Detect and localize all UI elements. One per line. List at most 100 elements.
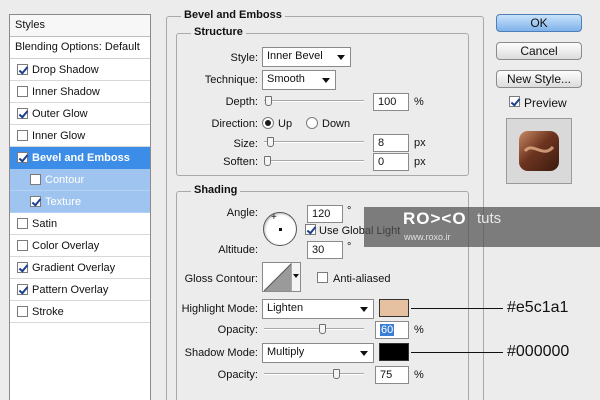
color-overlay-checkbox[interactable]	[17, 240, 28, 251]
highlight-annotation-line	[411, 308, 503, 309]
style-item-label: Color Overlay	[32, 239, 100, 252]
style-item-label: Inner Glow	[32, 129, 86, 142]
slider-thumb[interactable]	[265, 96, 272, 106]
shadow-opacity-slider[interactable]	[264, 369, 364, 379]
soften-label: Soften:	[223, 156, 258, 168]
shadow-opacity-value: 75	[380, 369, 393, 381]
style-item-inner-shadow[interactable]: Inner Shadow	[10, 81, 150, 103]
slider-thumb[interactable]	[267, 137, 274, 147]
roxo-tuts-watermark: RO><O tuts www.roxo.ir	[364, 207, 600, 247]
style-item-texture[interactable]: Texture	[10, 191, 150, 213]
highlight-opacity-input[interactable]: 60	[375, 321, 409, 339]
direction-up-radio[interactable]	[262, 117, 274, 129]
cancel-button[interactable]: Cancel	[496, 42, 582, 60]
slider-thumb[interactable]	[319, 324, 326, 334]
preview-checkbox[interactable]	[509, 96, 520, 107]
chevron-down-icon	[337, 55, 345, 60]
styles-list-header[interactable]: Styles	[10, 15, 150, 37]
ok-button[interactable]: OK	[496, 14, 582, 32]
satin-checkbox[interactable]	[17, 218, 28, 229]
slider-track	[264, 373, 364, 375]
style-item-label: Pattern Overlay	[32, 283, 109, 296]
highlight-color-swatch[interactable]	[379, 299, 409, 317]
direction-up-label: Up	[278, 118, 293, 130]
style-item-outer-glow[interactable]: Outer Glow	[10, 103, 150, 125]
inner-glow-checkbox[interactable]	[17, 130, 28, 141]
technique-select[interactable]: Smooth	[262, 70, 336, 90]
angle-label: Angle:	[226, 207, 258, 219]
angle-input[interactable]: 120	[307, 205, 343, 223]
use-global-light-checkbox[interactable]	[305, 224, 316, 235]
layer-style-dialog: Styles Blending Options: Default Drop Sh…	[0, 0, 600, 400]
gloss-contour-label: Gloss Contour:	[184, 273, 258, 285]
style-item-bevel-and-emboss[interactable]: Bevel and Emboss	[10, 147, 150, 169]
shadow-mode-select[interactable]: Multiply	[262, 343, 374, 363]
highlight-opacity-slider[interactable]	[264, 324, 364, 334]
gradient-overlay-checkbox[interactable]	[17, 262, 28, 273]
style-item-label: Gradient Overlay	[32, 261, 116, 274]
depth-input[interactable]: 100	[373, 93, 409, 111]
altitude-input[interactable]: 30	[307, 241, 343, 259]
blending-options-item[interactable]: Blending Options: Default	[10, 37, 150, 59]
shadow-mode-value: Multiply	[267, 346, 305, 358]
outer-glow-checkbox[interactable]	[17, 108, 28, 119]
chevron-down-icon	[360, 351, 368, 356]
shading-title: Shading	[191, 184, 241, 196]
highlight-opacity-label: Opacity:	[217, 324, 258, 336]
style-item-label: Texture	[45, 195, 82, 208]
bevel-and-emboss-checkbox[interactable]	[17, 152, 28, 163]
new-style-button[interactable]: New Style...	[496, 70, 582, 88]
depth-slider[interactable]	[264, 96, 364, 106]
depth-value: 100	[378, 96, 397, 108]
highlight-mode-select[interactable]: Lighten	[262, 299, 374, 319]
soften-slider[interactable]	[264, 156, 364, 166]
style-item-color-overlay[interactable]: Color Overlay	[10, 235, 150, 257]
slider-thumb[interactable]	[264, 156, 271, 166]
drop-shadow-checkbox[interactable]	[17, 64, 28, 75]
stroke-checkbox[interactable]	[17, 306, 28, 317]
inner-shadow-checkbox[interactable]	[17, 86, 28, 97]
bevel-and-emboss-title: Bevel and Emboss	[181, 9, 285, 21]
style-item-label: Outer Glow	[32, 107, 88, 120]
shadow-opacity-input[interactable]: 75	[375, 366, 409, 384]
style-item-pattern-overlay[interactable]: Pattern Overlay	[10, 279, 150, 301]
style-item-contour[interactable]: Contour	[10, 169, 150, 191]
direction-down-radio[interactable]	[306, 117, 318, 129]
chevron-down-icon	[322, 78, 330, 83]
gloss-contour-picker[interactable]	[262, 262, 301, 292]
slider-track	[264, 100, 364, 102]
soften-value: 0	[378, 156, 385, 168]
size-value: 8	[378, 137, 385, 149]
anti-aliased-label: Anti-aliased	[333, 273, 391, 285]
altitude-unit: °	[347, 241, 352, 253]
anti-aliased-checkbox[interactable]	[317, 272, 328, 283]
slider-thumb[interactable]	[333, 369, 340, 379]
bevel-style-select[interactable]: Inner Bevel	[262, 47, 351, 67]
angle-dial[interactable]	[263, 212, 297, 246]
preview-swatch-image	[519, 131, 559, 171]
style-item-label: Satin	[32, 217, 58, 230]
style-item-inner-glow[interactable]: Inner Glow	[10, 125, 150, 147]
shadow-color-swatch[interactable]	[379, 343, 409, 361]
size-input[interactable]: 8	[373, 134, 409, 152]
size-label: Size:	[233, 138, 258, 150]
size-slider[interactable]	[264, 137, 364, 147]
angle-unit: °	[347, 205, 352, 217]
style-item-satin[interactable]: Satin	[10, 213, 150, 235]
shadow-opacity-label: Opacity:	[217, 369, 258, 381]
soften-input[interactable]: 0	[373, 153, 409, 171]
gloss-contour-dropdown[interactable]	[291, 263, 300, 291]
style-item-label: Bevel and Emboss	[32, 151, 130, 164]
style-item-stroke[interactable]: Stroke	[10, 301, 150, 323]
pattern-overlay-checkbox[interactable]	[17, 284, 28, 295]
direction-label: Direction:	[211, 118, 258, 130]
style-item-gradient-overlay[interactable]: Gradient Overlay	[10, 257, 150, 279]
style-item-drop-shadow[interactable]: Drop Shadow	[10, 59, 150, 81]
highlight-annotation-label: #e5c1a1	[507, 299, 569, 316]
contour-checkbox[interactable]	[30, 174, 41, 185]
contour-curve-icon	[264, 263, 292, 291]
highlight-mode-label: Highlight Mode:	[181, 303, 258, 315]
slider-track	[264, 160, 364, 162]
texture-checkbox[interactable]	[30, 196, 41, 207]
highlight-mode-value: Lighten	[267, 302, 304, 314]
